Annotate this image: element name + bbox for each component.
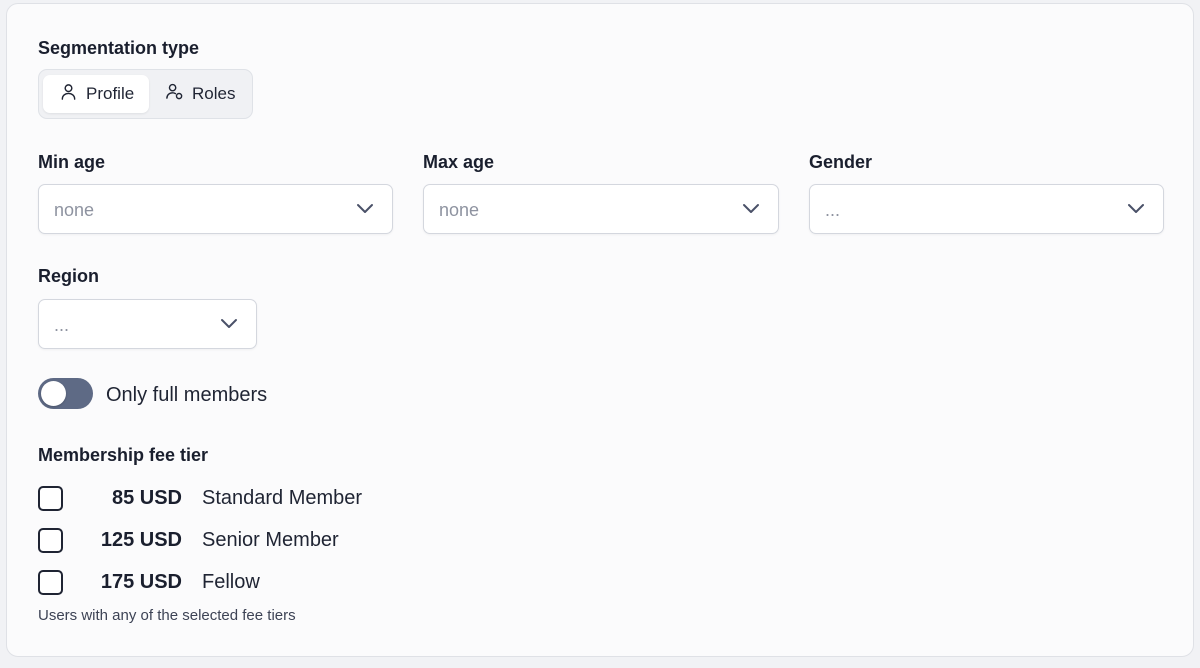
fee-tier-helper-text: Users with any of the selected fee tiers: [38, 607, 296, 624]
fee-tier-label: Membership fee tier: [38, 445, 209, 465]
fee-tier-row: 85 USD Standard Member: [38, 486, 398, 512]
chevron-down-icon: [742, 202, 760, 216]
gender-select[interactable]: ...: [809, 184, 1164, 234]
segmentation-panel: Segmentation type Profile Roles Min age: [6, 3, 1194, 657]
fee-tier-name: Senior Member: [202, 529, 339, 551]
chevron-down-icon: [220, 317, 238, 331]
chevron-down-icon: [356, 202, 374, 216]
fee-tier-checkbox[interactable]: [38, 486, 63, 511]
full-members-toggle[interactable]: [38, 378, 93, 409]
profile-segment-button[interactable]: Profile: [43, 75, 149, 113]
max-age-value: none: [439, 200, 480, 220]
fee-tier-name: Standard Member: [202, 487, 363, 509]
region-label: Region: [38, 266, 99, 286]
full-members-label: Only full members: [106, 384, 268, 406]
max-age-select[interactable]: none: [423, 184, 779, 234]
profile-segment-label: Profile: [86, 84, 135, 103]
gender-value: ...: [825, 200, 841, 220]
fee-tier-checkbox[interactable]: [38, 570, 63, 595]
fee-tier-row: 125 USD Senior Member: [38, 528, 398, 554]
roles-segment-label: Roles: [192, 84, 236, 103]
roles-segment-button[interactable]: Roles: [149, 75, 250, 113]
fee-tier-name: Fellow: [202, 571, 260, 593]
min-age-select[interactable]: none: [38, 184, 393, 234]
user-icon: [59, 82, 78, 106]
fee-tier-amount: 125 USD: [100, 529, 182, 551]
fee-tier-row: 175 USD Fellow: [38, 570, 398, 596]
chevron-down-icon: [1127, 202, 1145, 216]
user-role-icon: [165, 82, 184, 106]
min-age-label: Min age: [38, 152, 106, 172]
toggle-knob: [41, 381, 66, 406]
fee-tier-amount: 85 USD: [111, 487, 182, 509]
segmentation-toggle-group: Profile Roles: [38, 69, 253, 119]
max-age-label: Max age: [423, 152, 495, 172]
region-select[interactable]: ...: [38, 299, 257, 349]
min-age-value: none: [54, 200, 95, 220]
segmentation-type-label: Segmentation type: [38, 38, 200, 58]
region-value: ...: [54, 315, 70, 335]
fee-tier-amount: 175 USD: [100, 571, 182, 593]
gender-label: Gender: [809, 152, 873, 172]
fee-tier-checkbox[interactable]: [38, 528, 63, 553]
